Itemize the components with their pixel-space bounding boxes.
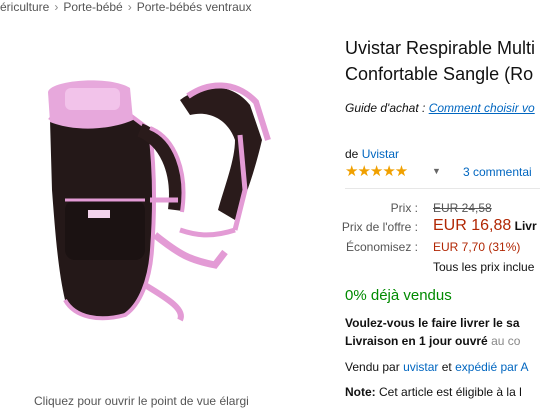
product-title-cont: Confortable Sangle (Ro (345, 64, 533, 85)
delivery-question: Voulez-vous le faire livrer le sa (345, 316, 520, 330)
shipped-by-link[interactable]: expédié par A (455, 360, 528, 374)
seller-line: Vendu par uvistar et expédié par A (345, 360, 529, 374)
and-text: et (441, 360, 452, 374)
guide-link[interactable]: Comment choisir vo (429, 101, 535, 115)
product-title-line-1: Uvistar Respirable Multi (345, 38, 536, 58)
product-title: Uvistar Respirable Multi (345, 38, 535, 59)
delivery-line: Livraison en 1 jour ouvré au co (345, 334, 520, 348)
breadcrumb: ériculture › Porte-bébé › Porte-bébés ventra… (0, 0, 251, 14)
delivery-rest: au co (491, 334, 521, 348)
guide-label: Guide d'achat : (345, 101, 426, 115)
sold-by-label: Vendu par (345, 360, 400, 374)
tax-note: Tous les prix inclue (433, 260, 535, 274)
buying-guide: Guide d'achat : Comment choisir vo (345, 101, 535, 115)
breadcrumb-separator: › (127, 0, 132, 14)
star-rating[interactable]: ★★★★★ (345, 162, 408, 180)
divider (345, 188, 540, 189)
offer-price-value: EUR 16,88 (433, 217, 512, 234)
breadcrumb-item[interactable]: ériculture (0, 0, 49, 14)
breadcrumb-item[interactable]: Porte-bébé (63, 0, 122, 14)
baby-carrier-image (48, 80, 271, 322)
breadcrumb-item[interactable]: Porte-bébés ventraux (137, 0, 252, 14)
list-price-value: EUR 24,58 (433, 201, 492, 215)
sold-percentage: 0% déjà vendus (345, 287, 452, 304)
reviews-link[interactable]: 3 commentai (463, 165, 532, 179)
brand-prefix: de (345, 147, 359, 161)
offer-price: EUR 16,88 Livr (433, 217, 537, 235)
image-caption[interactable]: Cliquez pour ouvrir le point de vue élar… (34, 394, 249, 408)
product-image[interactable] (30, 60, 300, 340)
brand-line: de Uvistar (345, 147, 399, 161)
savings-value: EUR 7,70 (31%) (433, 240, 521, 254)
chevron-down-icon[interactable]: ▼ (432, 166, 441, 176)
product-title-line-2: Confortable Sangle (Ro (345, 64, 534, 84)
note-text: Cet article est éligible à la l (379, 385, 522, 399)
list-price-label: Prix : (390, 201, 418, 215)
offer-price-label: Prix de l'offre : (341, 220, 418, 234)
offer-suffix: Livr (514, 219, 537, 233)
eligibility-note: Note: Cet article est éligible à la l (345, 385, 522, 399)
brand-link[interactable]: Uvistar (362, 147, 399, 161)
breadcrumb-separator: › (54, 0, 59, 14)
savings-label: Économisez : (345, 240, 418, 254)
note-label: Note: (345, 385, 376, 399)
seller-link[interactable]: uvistar (403, 360, 438, 374)
delivery-speed: Livraison en 1 jour ouvré (345, 334, 488, 348)
